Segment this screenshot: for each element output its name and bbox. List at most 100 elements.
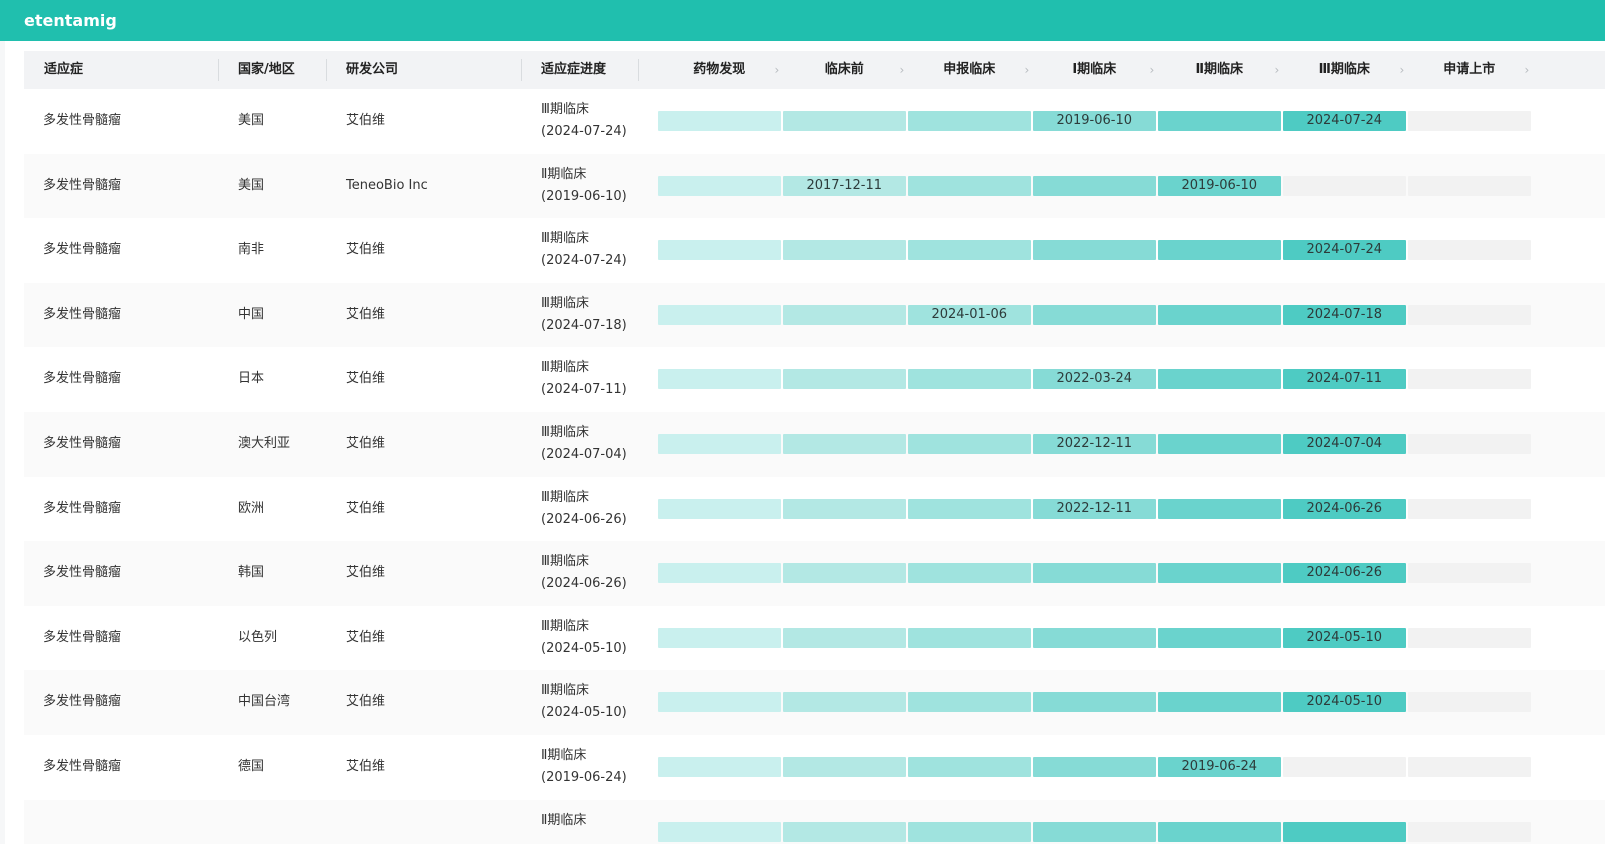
stage-segment <box>783 563 906 584</box>
stage-segment <box>658 821 781 842</box>
progress-status: Ⅲ期临床 <box>541 102 589 117</box>
stage-header: 申报临床 <box>943 62 996 77</box>
table-row[interactable]: 多发性骨髓瘤 澳大利亚 艾伯维 Ⅲ期临床 (2024-07-04) 2022-12-11 2… <box>24 412 1605 477</box>
progress-status: Ⅱ期临床 <box>541 748 587 763</box>
stage-segment <box>1033 692 1156 713</box>
cell-progress: Ⅲ期临床 (2024-07-04) <box>541 422 627 466</box>
cell-progress: Ⅲ期临床 (2024-05-10) <box>541 680 627 724</box>
progress-date: (2024-05-10) <box>541 705 627 721</box>
stage-segment <box>1033 821 1156 842</box>
stage-segment <box>1033 627 1156 648</box>
stage-segment <box>908 175 1031 196</box>
stage-segment <box>1158 304 1281 325</box>
column-header-company: 研发公司 <box>346 62 399 77</box>
stage-segment <box>1408 498 1531 519</box>
table-row[interactable]: 多发性骨髓瘤 日本 艾伯维 Ⅲ期临床 (2024-07-11) 2022-03-24 202… <box>24 347 1605 412</box>
table-row[interactable]: Ⅱ期临床 <box>24 799 1605 844</box>
progress-date: (2024-07-24) <box>541 124 627 139</box>
stage-segment <box>658 111 781 131</box>
progress-status: Ⅲ期临床 <box>541 683 589 699</box>
stage-segment <box>1408 563 1531 584</box>
progress-status: Ⅱ期临床 <box>541 166 587 182</box>
cell-indication: 多发性骨髓瘤 <box>43 759 122 774</box>
table-row[interactable]: 多发性骨髓瘤 南非 艾伯维 Ⅲ期临床 (2024-07-24) 2024-07-24 <box>24 218 1605 283</box>
stage-segment <box>908 563 1031 584</box>
chevron-right-icon: › <box>1524 63 1530 77</box>
stage-segment: 2024-07-24 <box>1283 111 1406 131</box>
stage-segment <box>1033 304 1156 325</box>
stage-segment <box>783 692 906 713</box>
progress-date: (2024-06-26) <box>541 511 627 527</box>
cell-indication: 多发性骨髓瘤 <box>43 694 122 710</box>
stage-segment <box>1158 563 1281 584</box>
cell-progress: Ⅲ期临床 (2024-06-26) <box>541 487 627 531</box>
stage-segment <box>783 240 906 261</box>
table-row[interactable]: 多发性骨髓瘤 以色列 艾伯维 Ⅲ期临床 (2024-05-10) 2024-05-10 <box>24 605 1605 671</box>
stage-segment <box>658 175 781 196</box>
cell-indication: 多发性骨髓瘤 <box>43 565 122 581</box>
stage-header: Ⅰ期临床 <box>1072 62 1117 77</box>
progress-status: Ⅱ期临床 <box>541 812 587 828</box>
cell-indication: 多发性骨髓瘤 <box>43 113 122 128</box>
table-row[interactable]: 多发性骨髓瘤 德国 艾伯维 Ⅱ期临床 (2019-06-24) 2019-06-24 <box>24 735 1605 800</box>
cell-progress: Ⅲ期临床 (2024-07-24) <box>541 228 627 272</box>
table-row[interactable]: 多发性骨髓瘤 欧洲 艾伯维 Ⅲ期临床 (2024-06-26) 2022-12-11 202… <box>24 476 1605 542</box>
stage-segment <box>1408 821 1531 842</box>
stage-segment <box>1408 627 1531 648</box>
stage-segment <box>1283 175 1406 196</box>
stage-segment: 2017-12-11 <box>783 175 906 196</box>
cell-indication: 多发性骨髓瘤 <box>43 371 122 387</box>
chevron-right-icon: › <box>774 63 780 77</box>
progress-status: Ⅲ期临床 <box>541 231 589 247</box>
chevron-right-icon: › <box>1274 63 1280 77</box>
stage-segment: 2024-05-10 <box>1283 692 1406 713</box>
stage-segment <box>1158 692 1281 713</box>
stage-segment <box>908 757 1031 777</box>
progress-status: Ⅲ期临床 <box>541 425 589 440</box>
cell-region: 中国 <box>238 306 265 322</box>
stage-segment <box>908 434 1031 454</box>
column-header-region: 国家/地区 <box>238 62 295 77</box>
stage-segment <box>1408 240 1531 261</box>
stage-segment <box>658 692 781 713</box>
stage-segment: 2024-06-26 <box>1283 563 1406 584</box>
table-row[interactable]: 多发性骨髓瘤 韩国 艾伯维 Ⅲ期临床 (2024-06-26) 2024-06-26 <box>24 541 1605 606</box>
column-header-indication: 适应症 <box>44 62 84 77</box>
cell-indication: 多发性骨髓瘤 <box>43 500 122 516</box>
progress-date: (2024-07-11) <box>541 382 627 398</box>
progress-status: Ⅲ期临床 <box>541 554 589 570</box>
cell-indication: 多发性骨髓瘤 <box>43 436 122 451</box>
cell-company: 艾伯维 <box>346 436 386 451</box>
stage-segment <box>658 240 781 261</box>
stage-segment: 2024-01-06 <box>908 304 1031 325</box>
cell-region: 中国台湾 <box>238 694 291 710</box>
table-row[interactable]: 多发性骨髓瘤 美国 艾伯维 Ⅲ期临床 (2024-07-24) 2019-06-10 202… <box>24 89 1605 154</box>
stage-segment <box>658 369 781 390</box>
cell-progress: Ⅱ期临床 (2019-06-24) <box>541 745 627 789</box>
stage-segment: 2022-12-11 <box>1033 434 1156 454</box>
progress-date: (2024-07-18) <box>541 317 627 333</box>
stage-segment <box>658 627 781 648</box>
cell-region: 美国 <box>238 113 265 128</box>
cell-company: 艾伯维 <box>346 500 386 516</box>
cell-progress: Ⅱ期临床 (2019-06-10) <box>541 164 627 208</box>
cell-indication: 多发性骨髓瘤 <box>43 306 122 322</box>
app-title: etentamig <box>24 11 117 30</box>
table-row[interactable]: 多发性骨髓瘤 中国 艾伯维 Ⅲ期临床 (2024-07-18) 2024-01-06 202… <box>24 282 1605 348</box>
stage-header: 药物发现 <box>693 62 746 77</box>
stage-segment <box>1158 627 1281 648</box>
cell-company: 艾伯维 <box>346 371 386 387</box>
table-row[interactable]: 多发性骨髓瘤 中国台湾 艾伯维 Ⅲ期临床 (2024-05-10) 2024-05-10 <box>24 670 1605 735</box>
stage-segment <box>658 757 781 777</box>
stage-header: 申请上市 <box>1443 62 1496 77</box>
cell-indication: 多发性骨髓瘤 <box>43 177 122 193</box>
cell-region: 韩国 <box>238 565 265 581</box>
table-row[interactable]: 多发性骨髓瘤 美国 TeneoBio Inc Ⅱ期临床 (2019-06-10) 2017… <box>24 153 1605 219</box>
stage-segment <box>1283 821 1406 842</box>
stage-segment <box>1408 175 1531 196</box>
stage-segment: 2019-06-10 <box>1033 111 1156 131</box>
stage-segment <box>1033 175 1156 196</box>
chevron-right-icon: › <box>1149 63 1155 77</box>
stage-segment <box>1158 111 1281 131</box>
column-divider <box>326 59 327 81</box>
